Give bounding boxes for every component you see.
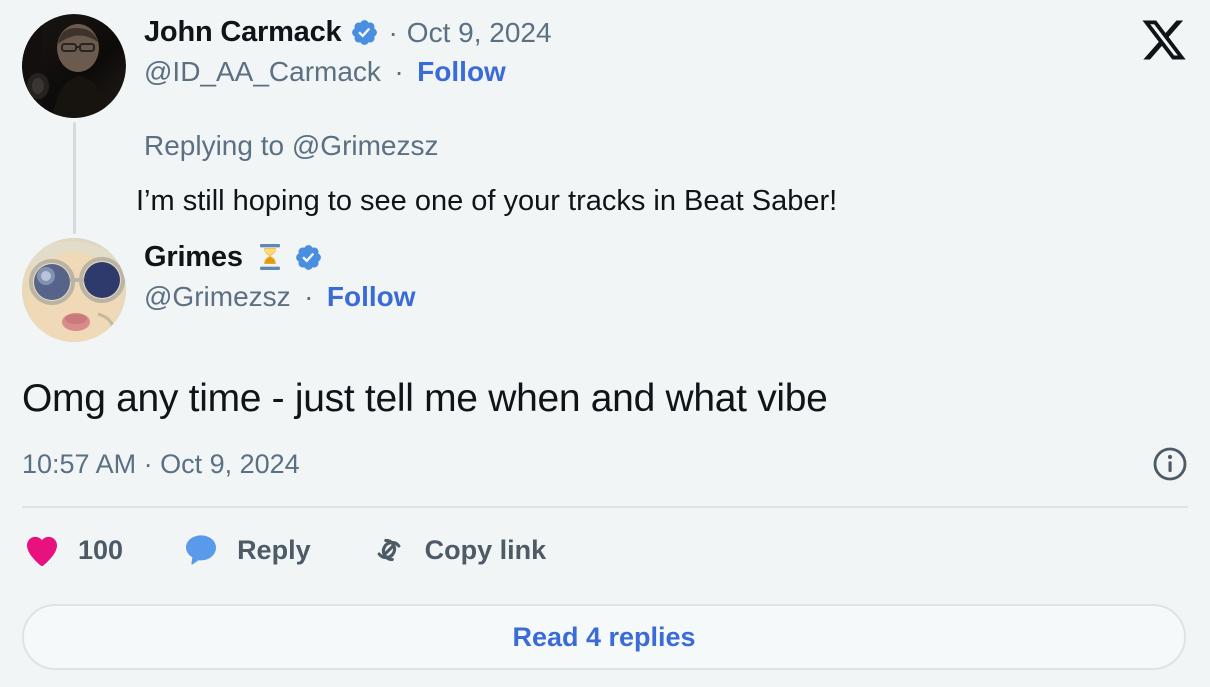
read-replies-button[interactable]: Read 4 replies (22, 604, 1186, 670)
read-replies-label: Read 4 replies (512, 621, 696, 652)
tweet-time[interactable]: 10:57 AM (22, 449, 136, 479)
main-handle-row: @Grimezsz · Follow (144, 283, 1122, 311)
tweet-date[interactable]: Oct 9, 2024 (160, 449, 300, 479)
parent-timestamp[interactable]: Oct 9, 2024 (407, 18, 552, 47)
parent-name-row: John Carmack · Oct 9, 2024 (144, 18, 1122, 47)
parent-follow-button[interactable]: Follow (417, 56, 506, 87)
tweet-meta-row: 10:57 AM · Oct 9, 2024 (22, 446, 1188, 482)
divider (22, 506, 1188, 508)
copy-link-button[interactable]: Copy link (369, 530, 547, 570)
avatar[interactable] (22, 14, 126, 118)
main-tweet-header: Grimes @Grimezsz · Follow (22, 238, 1122, 342)
main-display-name[interactable]: Grimes (144, 242, 243, 272)
main-name-row: Grimes (144, 242, 1122, 272)
main-tweet-text: Omg any time - just tell me when and wha… (22, 377, 828, 420)
link-icon (369, 530, 409, 570)
parent-handle-separator: · (394, 56, 404, 87)
info-circle-icon[interactable] (1152, 446, 1188, 482)
parent-display-name[interactable]: John Carmack (144, 18, 342, 47)
main-avatar-column (22, 238, 128, 342)
verified-badge-icon (350, 18, 379, 47)
main-handle[interactable]: @Grimezsz (144, 281, 291, 312)
heart-icon (22, 530, 62, 570)
tweet-embed-card: John Carmack · Oct 9, 2024 @ID_AA_Carmac… (0, 0, 1210, 687)
thread-connector-line (73, 122, 76, 234)
tweet-actions-bar: 100 Reply Copy link (22, 530, 546, 570)
parent-tweet-text: I’m still hoping to see one of your trac… (136, 184, 838, 217)
parent-separator: · (388, 16, 398, 48)
parent-tweet-header: John Carmack · Oct 9, 2024 @ID_AA_Carmac… (22, 14, 1122, 234)
tweet-meta-separator: · (136, 448, 161, 479)
parent-handle[interactable]: @ID_AA_Carmack (144, 56, 381, 87)
tweet-timestamp-group: 10:57 AM · Oct 9, 2024 (22, 449, 300, 480)
like-count: 100 (78, 534, 124, 565)
like-button[interactable]: 100 (22, 530, 123, 570)
parent-avatar-column (22, 14, 128, 234)
parent-author-info: John Carmack · Oct 9, 2024 @ID_AA_Carmac… (128, 14, 1122, 86)
parent-tweet: John Carmack · Oct 9, 2024 @ID_AA_Carmac… (22, 14, 1122, 234)
x-logo-icon[interactable] (1140, 16, 1188, 64)
main-author-info: Grimes @Grimezsz · Follow (128, 238, 1122, 311)
copy-link-label: Copy link (424, 534, 547, 565)
replying-to-label: Replying to @Grimezsz (144, 130, 439, 161)
speech-bubble-icon (181, 530, 221, 570)
main-follow-button[interactable]: Follow (327, 281, 416, 312)
reply-label: Reply (237, 534, 311, 565)
verified-badge-icon (294, 243, 323, 272)
reply-button[interactable]: Reply (181, 530, 311, 570)
parent-handle-row: @ID_AA_Carmack · Follow (144, 58, 1122, 86)
main-handle-separator: · (304, 281, 314, 312)
main-author-row: Grimes @Grimezsz · Follow (22, 238, 1122, 342)
avatar[interactable] (22, 238, 126, 342)
hourglass-icon (255, 242, 285, 272)
